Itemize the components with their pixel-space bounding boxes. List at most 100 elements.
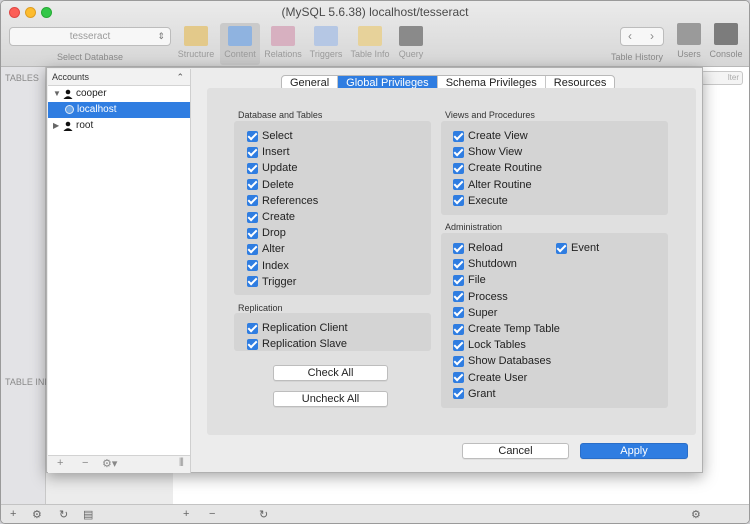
privilege-checkbox-create[interactable]: Create (247, 210, 295, 224)
accounts-header[interactable]: Accounts ⌃ (48, 69, 190, 86)
filter-icon[interactable]: ▤ (83, 508, 93, 521)
privilege-checkbox-replication-slave[interactable]: Replication Slave (247, 337, 347, 351)
checkbox-checked-icon[interactable] (453, 242, 464, 254)
privilege-label: Index (262, 259, 289, 272)
checkbox-checked-icon[interactable] (453, 162, 464, 174)
account-root[interactable]: ▶ root (48, 118, 190, 134)
privilege-label: Show View (468, 146, 523, 159)
privilege-checkbox-select[interactable]: Select (247, 129, 293, 143)
checkbox-checked-icon[interactable] (556, 242, 567, 254)
privilege-checkbox-delete[interactable]: Delete (247, 178, 294, 192)
privilege-checkbox-super[interactable]: Super (453, 306, 497, 320)
privilege-checkbox-shutdown[interactable]: Shutdown (453, 257, 517, 271)
checkbox-checked-icon[interactable] (453, 195, 464, 207)
privilege-checkbox-references[interactable]: References (247, 194, 318, 208)
checkbox-checked-icon[interactable] (453, 355, 464, 367)
privilege-checkbox-create-user[interactable]: Create User (453, 371, 527, 385)
remove-account-icon[interactable]: − (82, 457, 88, 469)
privilege-checkbox-grant[interactable]: Grant (453, 387, 496, 401)
gear-menu-icon[interactable]: ⚙ (691, 508, 701, 521)
structure-button[interactable]: Structure (176, 23, 216, 65)
checkbox-checked-icon[interactable] (247, 260, 258, 272)
privilege-label: Select (262, 130, 293, 142)
checkbox-checked-icon[interactable] (453, 323, 464, 335)
add-icon[interactable]: + (10, 508, 16, 520)
checkbox-checked-icon[interactable] (453, 258, 464, 270)
add-account-icon[interactable]: + (57, 457, 63, 469)
apply-button[interactable]: Apply (580, 443, 688, 459)
user-icon (63, 89, 73, 99)
privilege-checkbox-show-databases[interactable]: Show Databases (453, 354, 551, 368)
checkbox-checked-icon[interactable] (453, 291, 464, 303)
query-button[interactable]: Query (391, 23, 431, 65)
checkbox-checked-icon[interactable] (247, 211, 258, 223)
privilege-checkbox-file[interactable]: File (453, 273, 486, 287)
gear-icon[interactable]: ⚙▾ (102, 457, 117, 470)
cancel-button[interactable]: Cancel (462, 443, 569, 459)
account-cooper[interactable]: ▼ cooper (48, 86, 190, 102)
privilege-checkbox-insert[interactable]: Insert (247, 145, 290, 159)
checkbox-checked-icon[interactable] (247, 243, 258, 255)
database-select[interactable]: tesseract ⇕ (9, 27, 171, 46)
checkbox-checked-icon[interactable] (453, 388, 464, 400)
users-button[interactable]: Users (671, 23, 707, 59)
privilege-checkbox-replication-client[interactable]: Replication Client (247, 321, 348, 335)
checkbox-checked-icon[interactable] (247, 130, 258, 142)
table-info-button[interactable]: Table Info (350, 23, 390, 65)
uncheck-all-button[interactable]: Uncheck All (273, 391, 388, 407)
privilege-checkbox-update[interactable]: Update (247, 161, 297, 175)
privilege-checkbox-alter[interactable]: Alter (247, 242, 285, 256)
privilege-checkbox-process[interactable]: Process (453, 290, 508, 304)
privilege-checkbox-reload[interactable]: Reload (453, 241, 503, 255)
disclosure-open-icon[interactable]: ▼ (53, 86, 61, 102)
checkbox-checked-icon[interactable] (453, 307, 464, 319)
checkbox-checked-icon[interactable] (247, 146, 258, 158)
content-button[interactable]: Content (220, 23, 260, 65)
privilege-checkbox-lock-tables[interactable]: Lock Tables (453, 338, 526, 352)
add-row-icon[interactable]: + (183, 508, 189, 520)
privilege-label: Grant (468, 387, 496, 400)
gear-icon[interactable]: ⚙ (32, 508, 42, 521)
check-all-button[interactable]: Check All (273, 365, 388, 381)
disclosure-closed-icon[interactable]: ▶ (53, 118, 59, 134)
privilege-label: Show Databases (468, 355, 552, 368)
tables-sidebar: TABLES TABLE INF (1, 67, 50, 504)
privilege-checkbox-create-routine[interactable]: Create Routine (453, 161, 542, 175)
checkbox-checked-icon[interactable] (453, 274, 464, 286)
chevron-right-icon[interactable]: › (650, 29, 654, 43)
privilege-checkbox-index[interactable]: Index (247, 259, 289, 273)
triggers-button[interactable]: Triggers (306, 23, 346, 65)
filter-field[interactable]: lter (701, 71, 743, 85)
checkbox-checked-icon[interactable] (453, 146, 464, 158)
views-title: Views and Procedures (445, 110, 535, 120)
privilege-checkbox-create-temp-table[interactable]: Create Temp Table (453, 322, 560, 336)
relations-button[interactable]: Relations (263, 23, 303, 65)
privilege-checkbox-show-view[interactable]: Show View (453, 145, 522, 159)
resize-handle-icon[interactable]: ⦀ (179, 457, 184, 470)
console-button[interactable]: Console (708, 23, 744, 59)
checkbox-checked-icon[interactable] (247, 162, 258, 174)
checkbox-checked-icon[interactable] (453, 130, 464, 142)
accounts-list: Accounts ⌃ ▼ cooper localhost ▶ root + −… (48, 69, 191, 473)
checkbox-checked-icon[interactable] (247, 338, 258, 350)
checkbox-checked-icon[interactable] (453, 339, 464, 351)
checkbox-checked-icon[interactable] (247, 195, 258, 207)
chevron-left-icon[interactable]: ‹ (628, 29, 632, 43)
checkbox-checked-icon[interactable] (247, 322, 258, 334)
checkbox-checked-icon[interactable] (247, 276, 258, 288)
account-localhost[interactable]: localhost (48, 102, 190, 118)
checkbox-checked-icon[interactable] (453, 372, 464, 384)
main-window: (MySQL 5.6.38) localhost/tesseract tesse… (0, 0, 750, 524)
remove-row-icon[interactable]: − (209, 508, 215, 520)
checkbox-checked-icon[interactable] (453, 179, 464, 191)
checkbox-checked-icon[interactable] (247, 179, 258, 191)
refresh-content-icon[interactable]: ↻ (259, 508, 268, 521)
privilege-checkbox-create-view[interactable]: Create View (453, 129, 528, 143)
privilege-checkbox-event[interactable]: Event (556, 241, 599, 255)
refresh-icon[interactable]: ↻ (59, 508, 68, 521)
privilege-checkbox-drop[interactable]: Drop (247, 226, 286, 240)
checkbox-checked-icon[interactable] (247, 227, 258, 239)
privilege-checkbox-execute[interactable]: Execute (453, 194, 508, 208)
privilege-checkbox-trigger[interactable]: Trigger (247, 275, 296, 289)
privilege-checkbox-alter-routine[interactable]: Alter Routine (453, 178, 532, 192)
